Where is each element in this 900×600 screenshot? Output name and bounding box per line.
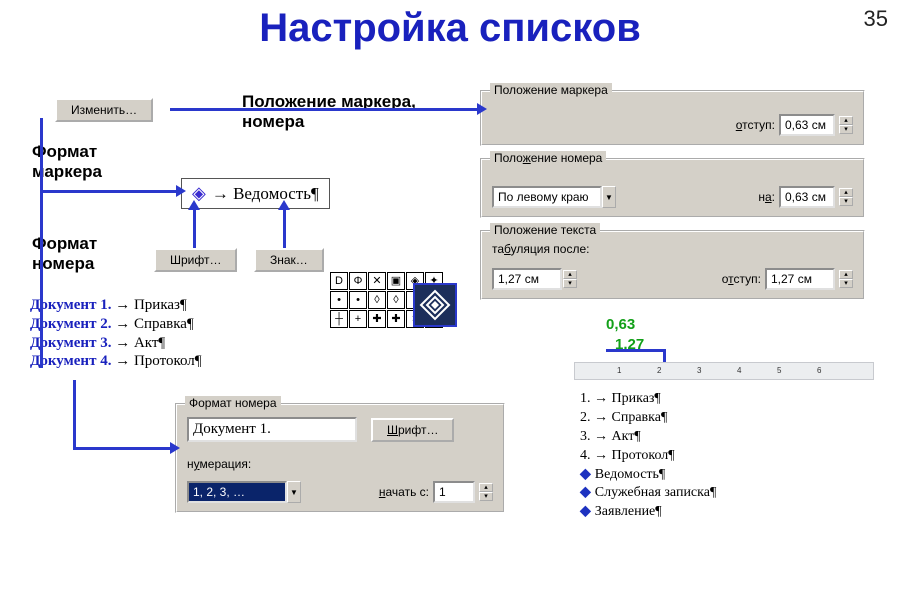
- arrow-head-icon: [477, 103, 487, 115]
- list-item: 2. → Справка¶: [580, 409, 716, 428]
- list-item: ◆Ведомость¶: [580, 466, 716, 485]
- text-indent-input[interactable]: 1,27 см: [765, 268, 835, 290]
- ruler-arrow: [606, 349, 666, 352]
- at-label: на:на:: [758, 190, 775, 204]
- spinner[interactable]: ▴▾: [839, 188, 853, 206]
- panel-format-number: Формат номера Документ 1. Шрифт…Шрифт… н…: [175, 403, 505, 513]
- list-item: ◆Служебная записка¶: [580, 484, 716, 503]
- panel-marker-position: Положение маркера оотступ:тступ: 0,63 см…: [480, 90, 865, 146]
- change-button[interactable]: Изменить…: [55, 98, 153, 122]
- tab-after-input[interactable]: 1,27 см: [492, 268, 562, 290]
- list-item: ◆Заявление¶: [580, 503, 716, 522]
- arrow-head-icon: [170, 442, 180, 454]
- arrow-head-icon: [278, 200, 290, 210]
- format-value-input[interactable]: Документ 1.: [187, 417, 357, 442]
- diamond-icon: ◆: [580, 503, 591, 522]
- arrow-head-icon: [176, 185, 186, 197]
- marker-sample-text: → Ведомость¶: [212, 184, 319, 204]
- ruler: 1 2 3 4 5 6: [574, 362, 874, 380]
- label-format-marker: Формат маркера: [32, 142, 152, 182]
- arrow: [40, 118, 43, 368]
- symbol-button[interactable]: Знак…: [254, 248, 324, 272]
- numbering-label: нумерация:нумерация:: [187, 457, 251, 471]
- panel-legend: Положение текста: [490, 223, 600, 237]
- arrow: [73, 380, 76, 450]
- text-indent-label: отступ:отступ:: [722, 272, 761, 286]
- list-item: Документ 2. → Справка¶: [30, 315, 202, 334]
- page-title: Настройка списков: [0, 6, 900, 51]
- align-dropdown[interactable]: По левому краю ▼: [492, 186, 616, 208]
- panel-legend: Положение маркера: [490, 83, 612, 97]
- list-item: Документ 4. → Протокол¶: [30, 352, 202, 371]
- list-item: Документ 1. → Приказ¶: [30, 296, 202, 315]
- panel-text-position: Положение текста табуляция после:табуляц…: [480, 230, 865, 300]
- list-item: 1. → Приказ¶: [580, 390, 716, 409]
- symbol-chip-selected: [413, 283, 457, 327]
- font-button[interactable]: Шрифт…: [154, 248, 237, 272]
- label-format-number: Формат номера: [32, 234, 152, 274]
- diamond-icon: ◆: [580, 484, 591, 503]
- start-label: начать с:начать с:: [379, 485, 429, 499]
- spinner[interactable]: ▴▾: [839, 116, 853, 134]
- arrow: [193, 208, 196, 248]
- arrow: [73, 447, 173, 450]
- spinner[interactable]: ▴▾: [479, 483, 493, 501]
- spinner[interactable]: ▴▾: [839, 270, 853, 288]
- panel-legend: Положение номераПоложение номера: [490, 151, 606, 165]
- label-marker-position: Положение маркера, номера: [242, 92, 457, 132]
- list-item: 3. → Акт¶: [580, 428, 716, 447]
- marker-indent-input[interactable]: 0,63 см: [779, 114, 835, 136]
- arrow: [283, 208, 286, 248]
- list-item: Документ 3. → Акт¶: [30, 334, 202, 353]
- font-button-2[interactable]: Шрифт…Шрифт…: [371, 418, 454, 442]
- marker-sample-box: ◈ → Ведомость¶: [181, 178, 330, 209]
- arrow-head-icon: [188, 200, 200, 210]
- list-item: 4. → Протокол¶: [580, 447, 716, 466]
- spinner[interactable]: ▴▾: [563, 270, 577, 288]
- result-list: 1. → Приказ¶ 2. → Справка¶ 3. → Акт¶ 4. …: [580, 390, 716, 522]
- numbering-dropdown[interactable]: 1, 2, 3, … ▼: [187, 481, 301, 503]
- tab-after-label: табуляция после:табуляция после:: [492, 242, 589, 256]
- start-input[interactable]: 1: [433, 481, 475, 503]
- ruler-arrow-down: [663, 349, 666, 363]
- arrow: [43, 190, 179, 193]
- doc-list: Документ 1. → Приказ¶ Документ 2. → Спра…: [30, 296, 202, 371]
- diamond-icon: ◆: [580, 466, 591, 485]
- panel-legend: Формат номера: [185, 396, 281, 410]
- indent-label: оотступ:тступ:: [736, 118, 775, 132]
- arrow: [170, 108, 480, 111]
- panel-number-position: Положение номераПоложение номера По лево…: [480, 158, 865, 218]
- number-at-input[interactable]: 0,63 см: [779, 186, 835, 208]
- ruler-mark-1: 0,63: [606, 316, 635, 333]
